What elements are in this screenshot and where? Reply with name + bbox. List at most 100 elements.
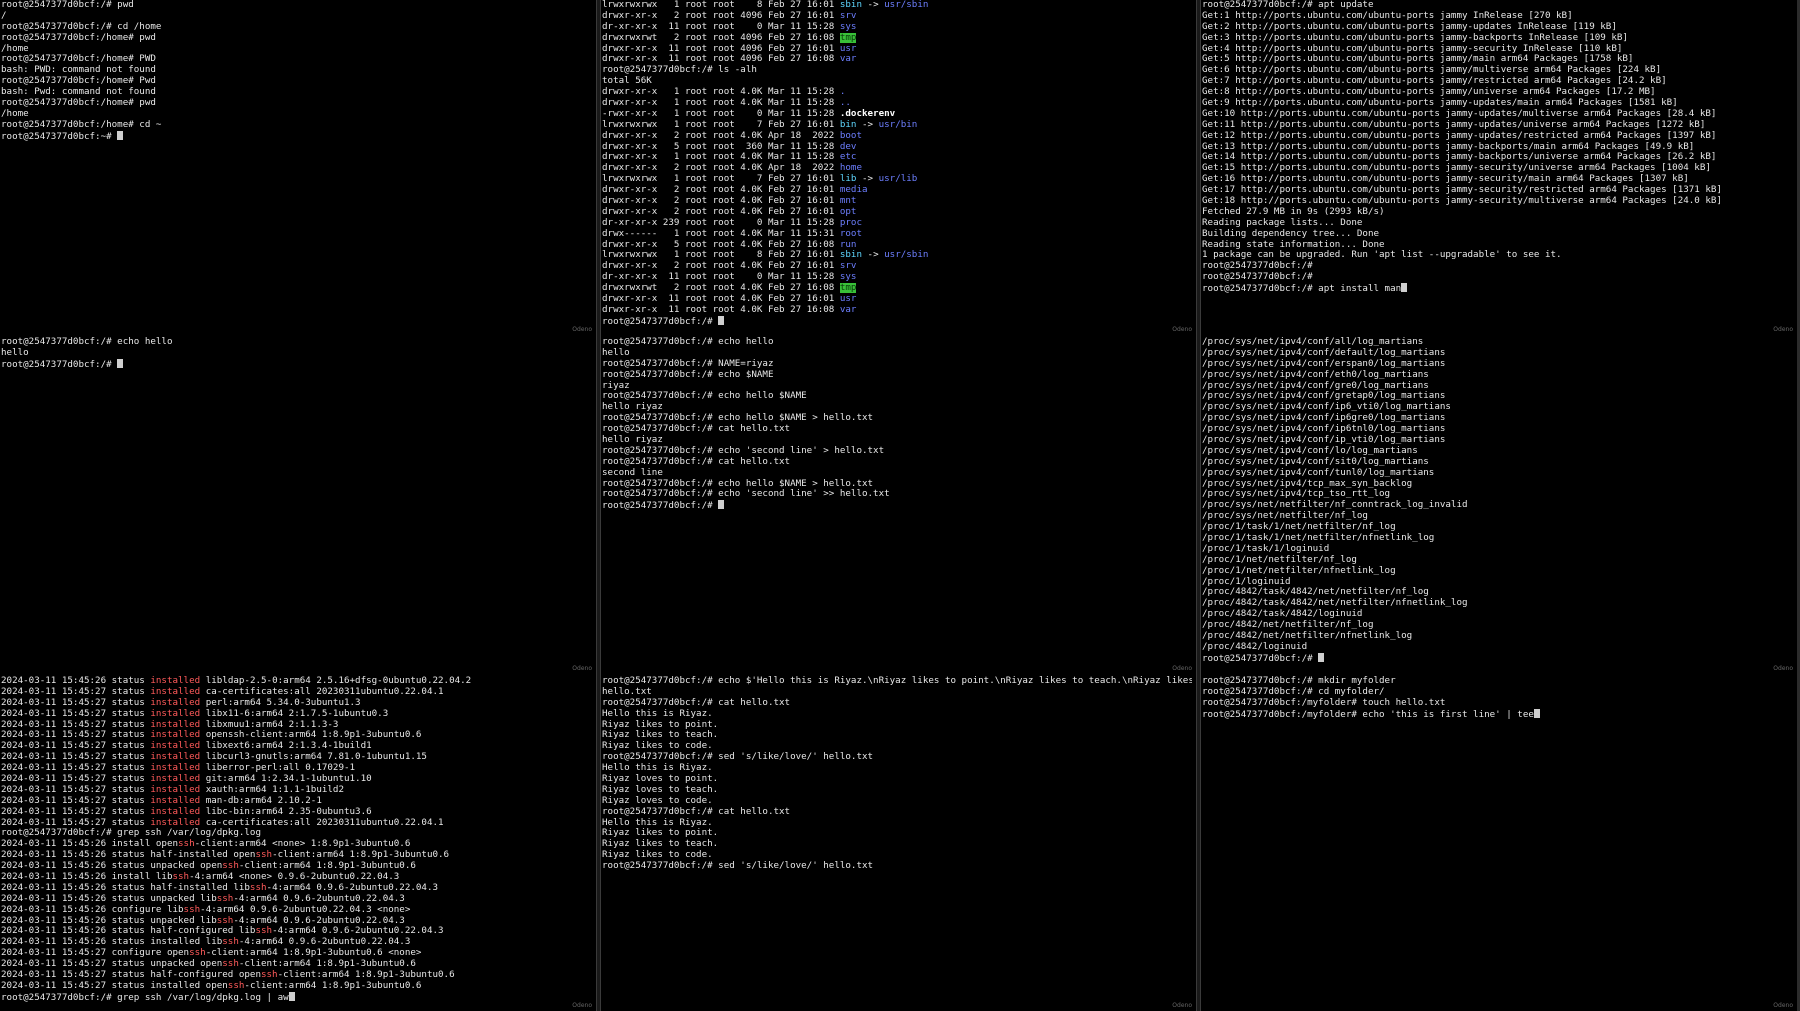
terminal-text: lib <box>839 174 857 185</box>
terminal-pane-middle-right[interactable]: /proc/sys/net/ipv4/conf/all/log_martians… <box>1201 337 1797 674</box>
terminal-text: /proc/sys/net/ipv4/conf/lo/log_martians <box>1202 445 1418 456</box>
terminal-line: 2024-03-11 15:45:26 status unpacked libs… <box>1 916 592 927</box>
terminal-pane-bottom-center[interactable]: root@2547377d0bcf:/# echo $'Hello this i… <box>601 676 1196 1011</box>
terminal-text: -4:arm64 0.9.6-2ubuntu0.22.04.3 <box>238 937 411 948</box>
terminal-text: 2024-03-11 15:45:27 status <box>1 784 151 795</box>
terminal-text: libcurl3-gnutls:arm64 7.81.0-1ubuntu1.15 <box>200 752 427 763</box>
terminal-line: Riyaz loves to point. <box>602 774 1192 785</box>
pane-divider-vertical[interactable] <box>596 0 601 1011</box>
terminal-text: /proc/1/loginuid <box>1202 576 1291 587</box>
terminal-text: /proc/4842/net/netfilter/nfnetlink_log <box>1202 631 1413 642</box>
terminal-line: root@2547377d0bcf:/# echo hello $NAME > … <box>602 413 1192 424</box>
terminal-pane-bottom-right[interactable]: root@2547377d0bcf:/# mkdir myfolder root@… <box>1201 676 1797 1011</box>
terminal-line: Riyaz loves to teach. <box>602 785 1192 796</box>
terminal-text: Hello this is Riyaz. <box>602 708 713 719</box>
terminal-line: /proc/sys/net/ipv4/conf/ip_vti0/log_mart… <box>1202 435 1793 446</box>
terminal-text: dev <box>839 141 857 152</box>
terminal-line: Get:10 http://ports.ubuntu.com/ubuntu-po… <box>1202 109 1793 120</box>
terminal-text: /proc/sys/net/netfilter/nf_conntrack_log… <box>1202 500 1468 511</box>
terminal-pane-middle-left[interactable]: root@2547377d0bcf:/# echo hello hello root… <box>0 337 596 674</box>
terminal-line: 2024-03-11 15:45:26 install libssh-4:arm… <box>1 872 592 883</box>
terminal-text: Riyaz likes to code. <box>602 741 713 752</box>
terminal-text: 2024-03-11 15:45:26 status half-installe… <box>1 882 250 893</box>
terminal-line: root@2547377d0bcf:/# echo 'second line' … <box>602 489 1192 500</box>
terminal-text: ssh <box>172 872 190 883</box>
pane-divider-vertical[interactable] <box>1196 0 1201 1011</box>
terminal-pane-top-center[interactable]: lrwxrwxrwx 1 root root 8 Feb 27 16:01 sb… <box>601 0 1196 335</box>
terminal-text: 2024-03-11 15:45:27 configure open <box>1 948 190 959</box>
terminal-text: lrwxrwxrwx 1 root root 8 Feb 27 16:01 <box>602 250 840 261</box>
terminal-text: Hello this is Riyaz. <box>602 817 713 828</box>
terminal-line: 2024-03-11 15:45:27 status installed per… <box>1 698 592 709</box>
terminal-line: total 56K <box>602 76 1192 87</box>
terminal-text: perl:arm64 5.34.0-3ubuntu1.3 <box>200 697 361 708</box>
terminal-line: root@2547377d0bcf:/# cat hello.txt <box>602 698 1192 709</box>
terminal-cursor <box>718 315 725 325</box>
terminal-line: Riyaz likes to teach. <box>602 839 1192 850</box>
terminal-line: /proc/sys/net/ipv4/conf/all/log_martians <box>1202 337 1793 348</box>
terminal-line: Get:16 http://ports.ubuntu.com/ubuntu-po… <box>1202 174 1793 185</box>
terminal-line: /proc/4842/net/netfilter/nf_log <box>1202 620 1793 631</box>
terminal-text: ssh <box>222 959 239 970</box>
terminal-text: . <box>839 87 846 98</box>
terminal-line: root@2547377d0bcf:/myfolder# echo 'this … <box>1202 708 1793 720</box>
terminal-text: root@2547377d0bcf:/# grep ssh /var/log/d… <box>1 828 261 839</box>
terminal-line: Get:9 http://ports.ubuntu.com/ubuntu-por… <box>1202 98 1793 109</box>
terminal-text: /proc/sys/net/ipv4/conf/all/log_martians <box>1202 337 1424 347</box>
terminal-text: media <box>839 185 868 196</box>
terminal-text: Fetched 27.9 MB in 9s (2993 kB/s) <box>1202 206 1385 217</box>
terminal-text: root@2547377d0bcf:/# cd myfolder/ <box>1202 686 1385 697</box>
terminal-text: Get:14 http://ports.ubuntu.com/ubuntu-po… <box>1202 152 1717 163</box>
terminal-pane-bottom-left[interactable]: 2024-03-11 15:45:26 status installed lib… <box>0 676 596 1011</box>
pane-output: root@2547377d0bcf:/# echo $'Hello this i… <box>602 676 1192 1011</box>
pane-output: 2024-03-11 15:45:26 status installed lib… <box>1 676 592 1011</box>
terminal-text: root@2547377d0bcf:/# echo $'Hello this i… <box>602 676 1192 686</box>
terminal-line: /proc/sys/net/ipv4/tcp_tso_rtt_log <box>1202 489 1793 500</box>
terminal-text: -> <box>856 174 879 185</box>
terminal-line: Get:1 http://ports.ubuntu.com/ubuntu-por… <box>1202 11 1793 22</box>
terminal-pane-top-right[interactable]: root@2547377d0bcf:/# apt update Get:1 htt… <box>1201 0 1797 335</box>
terminal-line: drwxr-xr-x 5 root root 4.0K Feb 27 16:08… <box>602 240 1192 251</box>
terminal-line: /proc/sys/net/netfilter/nf_conntrack_log… <box>1202 500 1793 511</box>
terminal-line: /proc/1/net/netfilter/nfnetlink_log <box>1202 566 1793 577</box>
terminal-text: drwxrwxrwt 2 root root 4.0K Feb 27 16:08 <box>602 283 840 294</box>
terminal-text: ssh <box>216 915 234 926</box>
terminal-line: /proc/4842/task/4842/loginuid <box>1202 609 1793 620</box>
terminal-text: Hello this is Riyaz. <box>602 763 713 774</box>
terminal-text: drwxr-xr-x 2 root root 4.0K Apr 18 2022 <box>602 163 840 174</box>
terminal-text: root@2547377d0bcf:/# echo $NAME <box>602 369 774 380</box>
terminal-line: /proc/1/net/netfilter/nf_log <box>1202 555 1793 566</box>
pane-output: root@2547377d0bcf:/# mkdir myfolder root@… <box>1202 676 1793 1011</box>
pane-marker: Odeno <box>1773 665 1793 672</box>
terminal-text: Get:9 http://ports.ubuntu.com/ubuntu-por… <box>1202 98 1678 109</box>
terminal-text: root@2547377d0bcf:/# sed 's/like/love/' … <box>602 861 874 872</box>
terminal-line: Riyaz likes to code. <box>602 741 1192 752</box>
terminal-text: Get:7 http://ports.ubuntu.com/ubuntu-por… <box>1202 76 1667 87</box>
terminal-text: drwxr-xr-x 5 root root 360 Mar 11 15:28 <box>602 141 840 152</box>
terminal-line: /proc/sys/net/ipv4/conf/eth0/log_martian… <box>1202 370 1793 381</box>
terminal-window: root@2547377d0bcf:/# pwd / root@2547377d0b… <box>0 0 1800 1011</box>
terminal-line: 2024-03-11 15:45:27 status installed lib… <box>1 741 592 752</box>
terminal-line: hello <box>602 348 1192 359</box>
terminal-line: root@2547377d0bcf:/# sed 's/like/love/' … <box>602 861 1192 872</box>
terminal-pane-top-left[interactable]: root@2547377d0bcf:/# pwd / root@2547377d0b… <box>0 0 596 335</box>
terminal-line: Riyaz likes to teach. <box>602 730 1192 741</box>
terminal-line: /proc/1/task/1/net/netfilter/nf_log <box>1202 522 1793 533</box>
terminal-cursor <box>718 500 725 510</box>
terminal-text: Get:17 http://ports.ubuntu.com/ubuntu-po… <box>1202 185 1722 196</box>
terminal-text: dr-xr-xr-x 239 root root 0 Mar 11 15:28 <box>602 217 840 228</box>
terminal-text: root@2547377d0bcf:/# mkdir myfolder <box>1202 676 1396 686</box>
terminal-line: 2024-03-11 15:45:26 status installed lib… <box>1 676 592 687</box>
terminal-line: 2024-03-11 15:45:27 status installed ca-… <box>1 818 592 829</box>
terminal-text: Get:18 http://ports.ubuntu.com/ubuntu-po… <box>1202 196 1722 207</box>
terminal-line: /proc/sys/net/ipv4/conf/lo/log_martians <box>1202 446 1793 457</box>
terminal-text: Get:16 http://ports.ubuntu.com/ubuntu-po… <box>1202 174 1689 185</box>
terminal-pane-middle-center[interactable]: root@2547377d0bcf:/# echo hello hello root… <box>601 337 1196 674</box>
terminal-text: /proc/sys/net/ipv4/conf/ip_vti0/log_mart… <box>1202 435 1446 446</box>
pane-marker: Odeno <box>1172 1002 1192 1009</box>
terminal-text: usr <box>839 294 857 305</box>
terminal-text: 2024-03-11 15:45:26 configure lib <box>1 904 184 915</box>
terminal-line: drwxr-xr-x 11 root root 4.0K Feb 27 16:0… <box>602 305 1192 316</box>
terminal-line: root@2547377d0bcf:/# echo hello <box>602 337 1192 348</box>
terminal-text: root@2547377d0bcf:/# echo hello $NAME <box>602 391 807 402</box>
